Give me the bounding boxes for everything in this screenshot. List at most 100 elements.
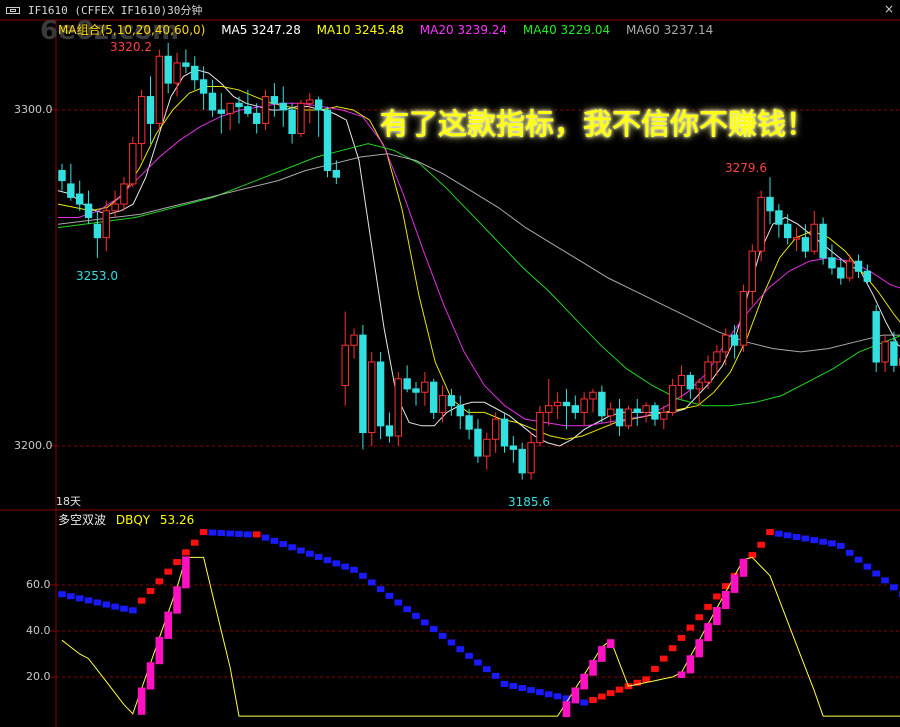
candle-body <box>527 442 535 474</box>
dbqy-wave-block <box>766 529 774 536</box>
dbqy-wave-block <box>801 535 810 542</box>
dbqy-rise-block <box>589 659 597 676</box>
dbqy-wave-block <box>385 592 394 599</box>
candle-body <box>421 381 429 393</box>
candle-body <box>279 102 287 111</box>
dbqy-wave-block <box>828 540 836 547</box>
candle-body <box>314 99 323 111</box>
candle-body <box>536 411 544 444</box>
candle-body <box>235 102 243 108</box>
dbqy-wave-block <box>208 529 217 536</box>
dbqy-wave-block <box>589 697 597 703</box>
dbqy-rise-block <box>173 586 181 614</box>
period-label: 18天 <box>56 495 81 508</box>
candle-body <box>890 341 898 366</box>
dbqy-wave-block <box>553 693 562 700</box>
dbqy-wave-block <box>120 605 128 612</box>
candle-body <box>244 106 252 114</box>
candle-body <box>394 378 403 437</box>
dbqy-wave-block <box>491 672 500 679</box>
dbqy-wave-block <box>403 606 411 613</box>
dbqy-wave-block <box>394 599 403 606</box>
dbqy-wave-block <box>341 563 349 570</box>
dbqy-wave-block <box>332 560 341 567</box>
dbqy-wave-block <box>279 541 288 548</box>
dbqy-wave-block <box>713 593 721 600</box>
candle-body <box>722 334 730 353</box>
dbqy-wave-block <box>890 584 898 591</box>
dbqy-wave-block <box>509 682 518 689</box>
candle-body <box>226 102 234 114</box>
candle-body <box>545 405 553 413</box>
candle-body <box>571 405 579 413</box>
dbqy-wave-block <box>598 693 606 700</box>
candle-body <box>350 334 358 346</box>
candle-body <box>518 448 526 474</box>
dbqy-wave-block <box>527 687 535 694</box>
dbqy-wave-block <box>456 646 465 653</box>
candle-body <box>208 92 217 111</box>
candle-body <box>713 351 721 363</box>
candle-body <box>120 183 128 205</box>
dbqy-rise-block <box>182 556 190 589</box>
candle-body <box>491 418 500 440</box>
candle-body <box>775 210 783 225</box>
dbqy-wave-block <box>483 666 491 673</box>
candle-body <box>129 143 137 185</box>
price-label-3300: 3300.0 <box>14 103 53 116</box>
candle-body <box>695 381 703 390</box>
dbqy-wave-block <box>819 538 827 545</box>
candle-body <box>642 405 650 413</box>
dbqy-wave-block <box>792 533 801 540</box>
dbqy-rise-block <box>155 636 164 665</box>
candle-body <box>704 361 712 383</box>
dbqy-rise-block <box>562 701 571 718</box>
candle-body <box>651 405 659 420</box>
candle-body <box>447 395 456 407</box>
candle-body <box>412 388 420 393</box>
dbqy-wave-block <box>297 547 305 554</box>
dbqy-rise-block <box>686 655 695 674</box>
dbqy-rise-block <box>704 623 712 642</box>
candle-body <box>403 378 411 390</box>
candle-body <box>854 260 863 272</box>
dbqy-rise-block <box>571 687 580 704</box>
candle-body <box>607 408 615 417</box>
dbqy-wave-block <box>314 553 323 560</box>
candle-body <box>67 183 75 198</box>
candle-body <box>376 361 385 427</box>
ma5-label: MA5 3247.28 <box>221 23 301 37</box>
candle-body <box>137 96 146 145</box>
dbqy-wave-block <box>810 537 819 544</box>
candle-body <box>801 237 810 252</box>
dbqy-rise-block <box>721 590 730 609</box>
ma60-label: MA60 3237.14 <box>625 23 714 37</box>
candle-body <box>297 102 305 135</box>
candle-body <box>784 223 792 239</box>
dbqy-wave-block <box>536 689 544 696</box>
candle-body <box>93 223 102 239</box>
dbqy-wave-block <box>783 532 792 539</box>
dbqy-wave-block <box>137 597 146 604</box>
dbqy-wave-block <box>323 557 332 564</box>
ma-group-label: MA组合(5,10,20,40,60,0) <box>58 23 206 37</box>
dbqy-wave-block <box>775 530 783 537</box>
candle-body <box>766 196 774 212</box>
price-label-3200: 3200.0 <box>14 439 53 452</box>
candle-body <box>270 96 279 104</box>
candle-body <box>483 438 491 457</box>
dbqy-wave-block <box>75 595 84 602</box>
candle-body <box>76 193 84 205</box>
dbqy-rise-block <box>677 671 686 678</box>
candle-body <box>111 203 119 212</box>
ma40-line <box>57 143 900 407</box>
candle-body <box>677 374 686 387</box>
candle-body <box>589 391 597 400</box>
dbqy-wave-block <box>465 652 473 659</box>
ma10-label: MA10 3245.48 <box>316 23 404 37</box>
candle-body <box>624 408 633 427</box>
candle-body <box>465 415 473 430</box>
dbqy-wave-block <box>863 563 872 570</box>
dbqy-rise-block <box>730 574 739 593</box>
dbqy-wave-block <box>429 626 438 633</box>
